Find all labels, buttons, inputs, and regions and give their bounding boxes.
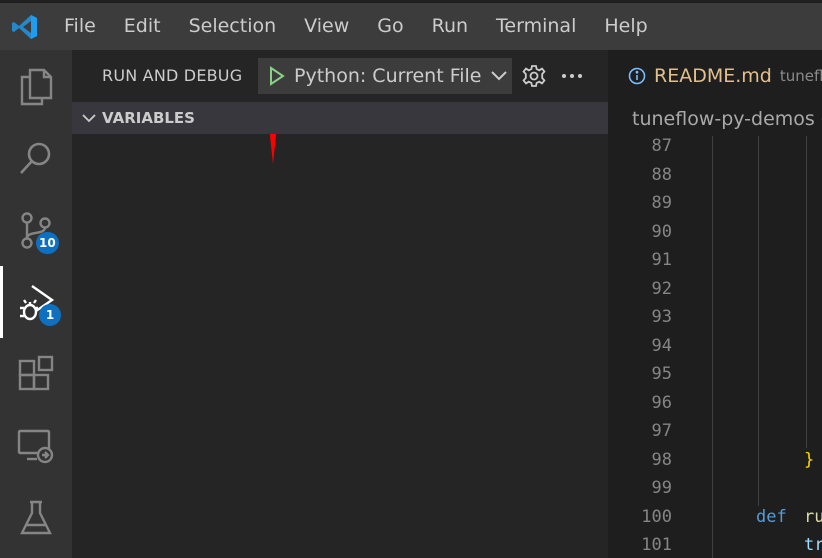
source-control-badge: 10 xyxy=(36,232,59,254)
editor-tabs: README.md tuneflo xyxy=(608,50,822,102)
activity-explorer[interactable] xyxy=(0,50,72,122)
line-number: 101 xyxy=(641,535,672,555)
menu-view[interactable]: View xyxy=(290,3,363,50)
tab-description: tuneflo xyxy=(779,67,822,85)
menu-edit[interactable]: Edit xyxy=(110,3,175,50)
menu-go[interactable]: Go xyxy=(363,3,417,50)
line-number: 98 xyxy=(651,449,672,470)
menu-terminal[interactable]: Terminal xyxy=(482,3,590,50)
breadcrumb-folder[interactable]: tuneflow-py-demos xyxy=(632,108,815,130)
launch-config-dropdown[interactable]: Python: Current File xyxy=(258,58,512,94)
gear-icon xyxy=(522,65,546,87)
run-debug-badge: 1 xyxy=(39,304,61,326)
line-number: 99 xyxy=(651,478,672,498)
indent-guide xyxy=(758,136,759,506)
code-keyword: def xyxy=(756,507,787,527)
more-actions-button[interactable] xyxy=(558,62,586,90)
activity-testing[interactable] xyxy=(0,482,72,554)
start-debugging-icon[interactable] xyxy=(268,66,286,86)
indent-guide xyxy=(712,136,713,558)
remote-explorer-icon xyxy=(17,429,54,464)
ellipsis-icon xyxy=(562,74,582,78)
line-number: 89 xyxy=(651,193,672,213)
files-icon xyxy=(20,68,53,106)
chevron-down-icon xyxy=(82,114,96,123)
activity-bar: 10 1 xyxy=(0,50,72,558)
line-number: 96 xyxy=(651,392,672,413)
line-number: 100 xyxy=(641,506,672,527)
search-icon xyxy=(20,142,51,174)
sidebar-header: RUN AND DEBUG Python: Current File xyxy=(72,50,608,102)
indent-guide xyxy=(806,136,807,448)
activity-run-and-debug[interactable]: 1 xyxy=(0,266,72,338)
line-number: 93 xyxy=(651,307,672,327)
code-identifier: tr xyxy=(804,535,822,555)
variables-section-title: VARIABLES xyxy=(102,109,195,127)
breadcrumb: tuneflow-py-demos xyxy=(608,102,822,136)
open-launch-json-button[interactable] xyxy=(520,62,548,90)
menu-selection[interactable]: Selection xyxy=(175,3,291,50)
menu-file[interactable]: File xyxy=(50,3,110,50)
menu-run[interactable]: Run xyxy=(418,3,482,50)
line-number: 97 xyxy=(651,421,672,441)
activity-extensions[interactable] xyxy=(0,338,72,410)
menu-bar: File Edit Selection View Go Run Terminal… xyxy=(50,3,662,50)
flask-icon xyxy=(20,500,52,535)
sidebar-title: RUN AND DEBUG xyxy=(102,66,243,85)
line-number: 95 xyxy=(651,364,672,384)
vscode-logo-icon xyxy=(0,3,50,50)
title-bar: File Edit Selection View Go Run Terminal… xyxy=(0,0,822,50)
activity-remote-explorer[interactable] xyxy=(0,410,72,482)
line-number: 92 xyxy=(651,278,672,299)
tab-readme[interactable]: README.md tuneflo xyxy=(608,50,822,102)
code-area[interactable]: } def ru tr xyxy=(688,136,822,558)
extensions-icon xyxy=(18,355,54,391)
code-function-name: ru xyxy=(804,507,822,527)
info-icon xyxy=(628,67,646,85)
launch-config-label: Python: Current File xyxy=(294,65,482,87)
code-brace: } xyxy=(804,450,815,470)
activity-source-control[interactable]: 10 xyxy=(0,194,72,266)
line-number: 90 xyxy=(651,221,672,242)
line-number: 87 xyxy=(651,136,672,156)
run-debug-sidebar: RUN AND DEBUG Python: Current File VARIA… xyxy=(72,50,608,558)
activity-search[interactable] xyxy=(0,122,72,194)
line-number: 91 xyxy=(651,250,672,270)
tab-label: README.md xyxy=(654,65,772,87)
editor: README.md tuneflo tuneflow-py-demos 87 8… xyxy=(608,50,822,558)
chevron-down-icon xyxy=(490,71,507,81)
variables-section-header[interactable]: VARIABLES xyxy=(72,102,608,134)
line-number: 94 xyxy=(651,335,672,356)
line-number: 88 xyxy=(651,164,672,185)
menu-help[interactable]: Help xyxy=(590,3,661,50)
